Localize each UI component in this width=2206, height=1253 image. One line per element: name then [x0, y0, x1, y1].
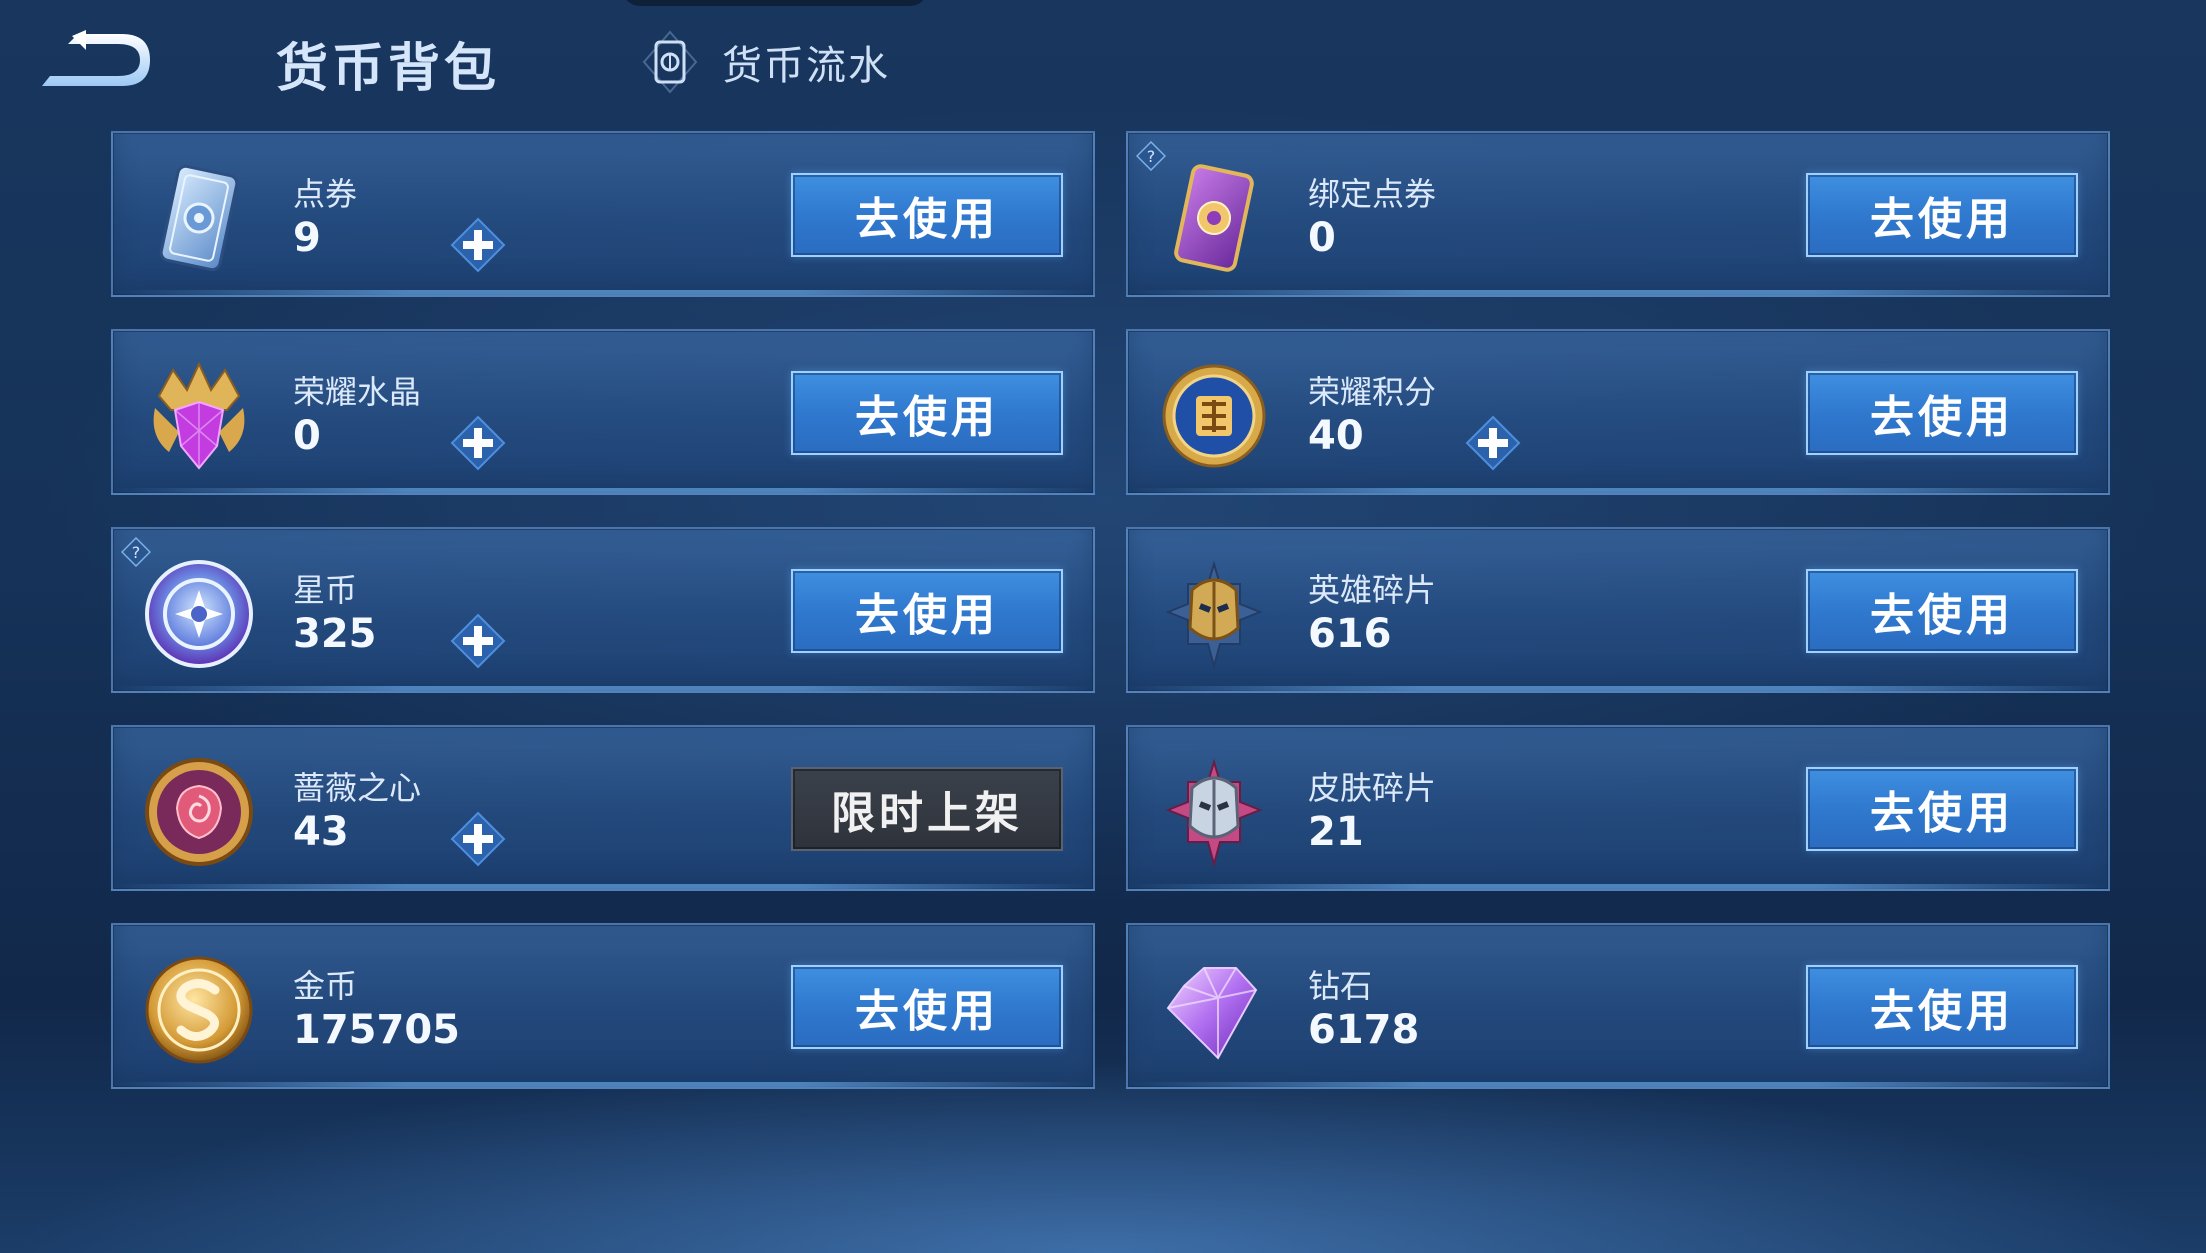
add-rose-heart-button[interactable] — [450, 811, 506, 867]
currency-card-rose-heart: 蔷薇之心 43 限时上架 — [111, 725, 1095, 891]
currency-card-voucher: 点券 9 去使用 — [111, 131, 1095, 297]
use-skin-fragment-button[interactable]: 去使用 — [1806, 767, 2078, 851]
rose-heart-icon — [145, 758, 253, 866]
currency-value: 0 — [1308, 215, 1336, 261]
use-bound-voucher-button[interactable]: 去使用 — [1806, 173, 2078, 257]
currency-card-star-coin: ? 星币 325 去使用 — [111, 527, 1095, 693]
use-voucher-button[interactable]: 去使用 — [791, 173, 1063, 257]
currency-value: 9 — [293, 215, 321, 261]
currency-card-glory-crystal: 荣耀水晶 0 去使用 — [111, 329, 1095, 495]
currency-card-gold-coin: 金币 175705 去使用 — [111, 923, 1095, 1089]
bound-voucher-icon — [1174, 164, 1254, 272]
currency-name: 星币 — [293, 571, 358, 609]
back-button[interactable] — [36, 28, 156, 94]
gold-coin-icon — [145, 956, 253, 1064]
currency-name: 皮肤碎片 — [1308, 769, 1437, 807]
currency-name: 点券 — [293, 175, 358, 213]
currency-card-glory-points: 荣耀积分 40 去使用 — [1126, 329, 2110, 495]
currency-name: 金币 — [293, 967, 358, 1005]
diamond-icon — [1166, 967, 1258, 1060]
glory-crystal-icon — [153, 361, 245, 470]
currency-value: 6178 — [1308, 1007, 1420, 1053]
add-glory-crystal-button[interactable] — [450, 415, 506, 471]
add-star-coin-button[interactable] — [450, 613, 506, 669]
currency-ledger-tab[interactable]: 货币流水 — [640, 30, 890, 94]
use-glory-points-button[interactable]: 去使用 — [1806, 371, 2078, 455]
currency-value: 325 — [293, 611, 377, 657]
currency-value: 0 — [293, 413, 321, 459]
currency-name: 荣耀水晶 — [293, 373, 422, 411]
star-coin-icon — [145, 560, 253, 668]
voucher-icon — [159, 164, 239, 272]
use-gold-coin-button[interactable]: 去使用 — [791, 965, 1063, 1049]
coupon-card-icon — [642, 30, 698, 94]
currency-card-bound-voucher: ? 绑定点券 0 去使用 — [1126, 131, 2110, 297]
currency-card-diamond: 钻石 6178 去使用 — [1126, 923, 2110, 1089]
currency-value: 175705 — [293, 1007, 460, 1053]
currency-value: 21 — [1308, 809, 1364, 855]
page-title: 货币背包 — [276, 39, 501, 99]
currency-name: 绑定点券 — [1308, 175, 1437, 213]
back-arrow-icon — [42, 30, 150, 86]
use-diamond-button[interactable]: 去使用 — [1806, 965, 2078, 1049]
currency-name: 荣耀积分 — [1308, 373, 1437, 411]
currency-card-hero-fragment: 英雄碎片 616 去使用 — [1126, 527, 2110, 693]
limited-time-button[interactable]: 限时上架 — [791, 767, 1063, 851]
currency-name: 蔷薇之心 — [293, 769, 422, 807]
currency-name: 钻石 — [1308, 967, 1373, 1005]
currency-value: 40 — [1308, 413, 1364, 459]
ledger-tab-label: 货币流水 — [722, 43, 890, 89]
use-hero-fragment-button[interactable]: 去使用 — [1806, 569, 2078, 653]
glory-points-icon — [1162, 364, 1266, 468]
currency-value: 43 — [293, 809, 349, 855]
hero-fragment-icon — [1165, 560, 1263, 670]
currency-card-skin-fragment: 皮肤碎片 21 去使用 — [1126, 725, 2110, 891]
use-star-coin-button[interactable]: 去使用 — [791, 569, 1063, 653]
currency-value: 616 — [1308, 611, 1392, 657]
use-glory-crystal-button[interactable]: 去使用 — [791, 371, 1063, 455]
top-notch — [622, 0, 928, 6]
add-glory-points-button[interactable] — [1465, 415, 1521, 471]
currency-grid: 点券 9 去使用 ? 绑定点券 0 去使用 荣耀水晶 0 去使用 荣耀积分 40… — [111, 131, 2110, 1092]
currency-name: 英雄碎片 — [1308, 571, 1437, 609]
skin-fragment-icon — [1165, 758, 1263, 868]
add-voucher-button[interactable] — [450, 217, 506, 273]
